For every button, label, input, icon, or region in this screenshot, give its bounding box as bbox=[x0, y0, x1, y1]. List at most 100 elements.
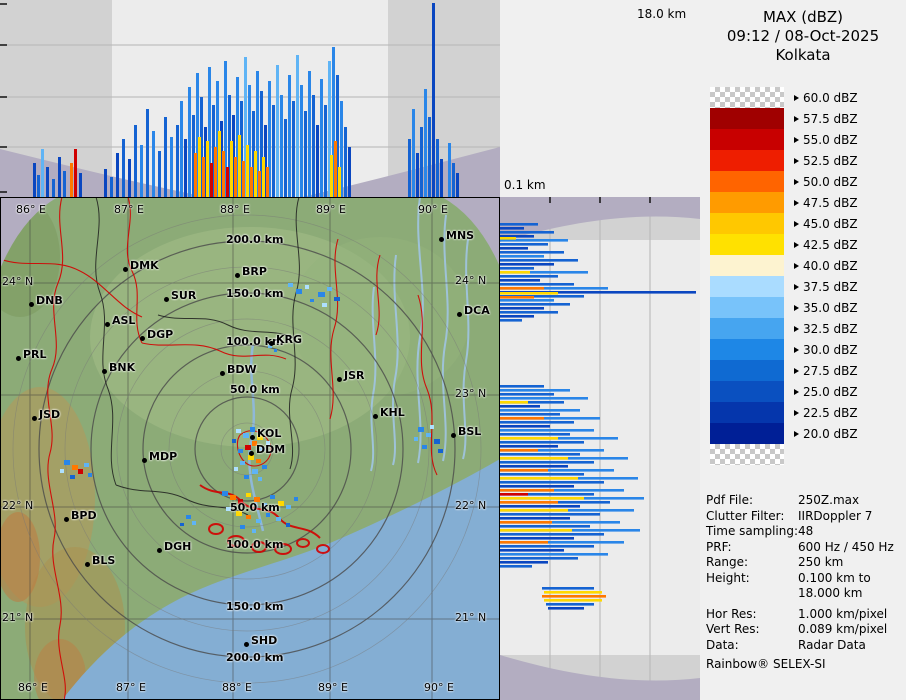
reflectivity-bar bbox=[198, 137, 201, 197]
legend-arrow-icon bbox=[794, 283, 799, 290]
reflectivity-bar bbox=[416, 153, 419, 197]
echo-cell bbox=[222, 491, 228, 496]
metadata-value: 250 km bbox=[798, 555, 844, 569]
echo-cell bbox=[236, 511, 242, 516]
metadata-label: Clutter Filter: bbox=[706, 508, 785, 523]
metadata-row: Data: Radar Data bbox=[706, 638, 906, 654]
echo-cell bbox=[64, 460, 70, 465]
metadata-row: Time sampling:48 bbox=[706, 524, 906, 540]
echo-cell bbox=[305, 285, 309, 289]
echo-cell bbox=[294, 497, 298, 501]
reflectivity-bar bbox=[210, 163, 213, 197]
echo-cell bbox=[322, 303, 327, 307]
legend-label: 50.0 dBZ bbox=[794, 175, 858, 189]
reflectivity-bar bbox=[408, 139, 411, 197]
legend-arrow-icon bbox=[794, 199, 799, 206]
echo-cell bbox=[72, 465, 78, 470]
reflectivity-bar bbox=[158, 151, 161, 197]
legend-entry bbox=[710, 444, 906, 465]
reflectivity-bar bbox=[500, 529, 572, 532]
legend-label: 52.5 dBZ bbox=[794, 154, 858, 168]
echo-cell bbox=[192, 521, 196, 525]
reflectivity-bar bbox=[500, 267, 534, 270]
software-branding: Rainbow® SELEX-SI bbox=[706, 657, 826, 671]
top-profile-chart bbox=[0, 0, 500, 197]
legend-swatch bbox=[710, 171, 784, 192]
echo-cell bbox=[256, 459, 261, 463]
legend-label-text: 30.0 dBZ bbox=[803, 342, 858, 357]
legend-entry: 35.0 dBZ bbox=[710, 297, 906, 318]
reflectivity-bar bbox=[188, 87, 191, 197]
reflectivity-bar bbox=[330, 155, 333, 197]
legend-label: 27.5 dBZ bbox=[794, 364, 858, 378]
metadata-row: 18.000 km bbox=[706, 586, 906, 602]
legend-arrow-icon bbox=[794, 262, 799, 269]
legend-swatch bbox=[710, 234, 784, 255]
reflectivity-bar bbox=[234, 157, 237, 197]
reflectivity-bar bbox=[500, 457, 568, 460]
reflectivity-bar bbox=[33, 163, 36, 197]
reflectivity-bar bbox=[128, 159, 131, 197]
legend-entry: 47.5 dBZ bbox=[710, 192, 906, 213]
echo-cell bbox=[286, 505, 291, 509]
echo-cell bbox=[248, 455, 254, 460]
reflectivity-bar bbox=[300, 85, 303, 197]
legend-arrow-icon bbox=[794, 94, 799, 101]
reflectivity-bar bbox=[316, 125, 319, 197]
reflectivity-bar bbox=[500, 315, 534, 318]
info-panel: MAX (dBZ) 09:12 / 08-Oct-2025 Kolkata 60… bbox=[700, 0, 906, 700]
reflectivity-bar bbox=[272, 105, 275, 197]
reflectivity-bar bbox=[304, 111, 307, 197]
legend-label: 20.0 dBZ bbox=[794, 427, 858, 441]
echo-cell bbox=[245, 445, 251, 450]
reflectivity-bar bbox=[500, 303, 570, 306]
reflectivity-bar bbox=[500, 223, 538, 226]
reflectivity-bar bbox=[424, 89, 427, 197]
reflectivity-bar bbox=[500, 493, 528, 496]
reflectivity-bar bbox=[500, 549, 564, 552]
legend-arrow-icon bbox=[794, 178, 799, 185]
reflectivity-bar bbox=[320, 79, 323, 197]
reflectivity-bar bbox=[226, 167, 229, 197]
product-title: MAX (dBZ) bbox=[762, 8, 844, 26]
reflectivity-bar bbox=[500, 409, 580, 412]
echo-cell bbox=[270, 495, 275, 499]
echo-cell bbox=[430, 425, 434, 429]
product-metadata: Pdf File: 250Z.max Clutter Filter: IIRDoppl… bbox=[706, 493, 906, 653]
legend-label-text: 27.5 dBZ bbox=[803, 363, 858, 378]
echo-cell bbox=[258, 477, 262, 481]
reflectivity-bar bbox=[500, 545, 594, 548]
legend-swatch bbox=[710, 360, 784, 381]
echo-cell bbox=[84, 463, 89, 467]
reflectivity-bar bbox=[500, 413, 560, 416]
echo-cell bbox=[78, 469, 83, 474]
reflectivity-bar bbox=[500, 251, 564, 254]
echo-cell bbox=[256, 519, 261, 523]
reflectivity-bar bbox=[258, 171, 261, 197]
reflectivity-bar bbox=[500, 553, 608, 556]
echo-cell bbox=[434, 439, 440, 444]
legend-label-text: 42.5 dBZ bbox=[803, 237, 858, 252]
legend-arrow-icon bbox=[794, 220, 799, 227]
legend-swatch bbox=[710, 297, 784, 318]
metadata-label: Time sampling:48 bbox=[706, 524, 814, 538]
echo-cell bbox=[243, 433, 249, 438]
legend-label: 22.5 dBZ bbox=[794, 406, 858, 420]
legend-entry: 52.5 dBZ bbox=[710, 150, 906, 171]
reflectivity-bar bbox=[63, 171, 66, 197]
legend-entry: 30.0 dBZ bbox=[710, 339, 906, 360]
metadata-row: Vert Res: 0.089 km/pixel bbox=[706, 622, 906, 638]
metadata-value: IIRDoppler 7 bbox=[798, 508, 873, 523]
reflectivity-bar bbox=[500, 299, 554, 302]
legend-label-text: 57.5 dBZ bbox=[803, 111, 858, 126]
legend-arrow-icon bbox=[794, 241, 799, 248]
reflectivity-bar bbox=[500, 421, 574, 424]
echo-cell bbox=[186, 515, 191, 519]
reflectivity-bar bbox=[500, 271, 530, 274]
reflectivity-bar bbox=[324, 105, 327, 197]
top-height-profile-panel bbox=[0, 0, 500, 197]
reflectivity-bar bbox=[180, 101, 183, 197]
reflectivity-bar bbox=[79, 173, 82, 197]
right-profile-chart bbox=[500, 197, 700, 700]
reflectivity-bar bbox=[344, 127, 347, 197]
